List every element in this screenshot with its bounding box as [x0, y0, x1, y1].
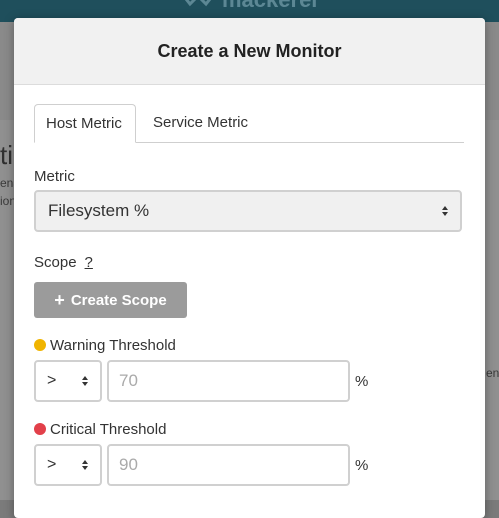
critical-threshold-label-row: Critical Threshold	[34, 421, 166, 438]
warning-dot-icon	[34, 339, 46, 352]
metric-select-value: Filesystem %	[48, 201, 150, 220]
tab-host-metric[interactable]: Host Metric	[34, 104, 136, 143]
app-logo: mackerel	[180, 0, 317, 12]
scope-label-row: Scope?	[34, 254, 93, 271]
background-heading-fragment: ti	[0, 140, 13, 170]
plus-icon: +	[54, 289, 65, 310]
tab-service-metric[interactable]: Service Metric	[142, 104, 259, 142]
create-monitor-dialog: Create a New Monitor Host Metric Service…	[14, 18, 485, 518]
warning-operator-select[interactable]: >	[34, 360, 102, 402]
scope-help-link[interactable]: ?	[85, 254, 93, 271]
select-arrows-icon	[82, 376, 88, 386]
select-arrows-icon	[442, 206, 448, 216]
logo-mark-icon	[184, 0, 212, 7]
critical-operator-select[interactable]: >	[34, 444, 102, 486]
monitor-type-tabs: Host Metric Service Metric	[34, 104, 464, 143]
warning-threshold-label: Warning Threshold	[50, 337, 176, 354]
metric-label: Metric	[34, 168, 75, 185]
dialog-header: Create a New Monitor	[14, 18, 485, 85]
create-scope-button[interactable]: + Create Scope	[34, 282, 187, 318]
metric-select[interactable]: Filesystem %	[34, 190, 462, 232]
dialog-title: Create a New Monitor	[157, 40, 342, 61]
critical-unit: %	[355, 457, 369, 474]
warning-unit: %	[355, 373, 369, 390]
critical-dot-icon	[34, 423, 46, 436]
background-text-fragment: en	[486, 366, 499, 380]
critical-operator-value: >	[47, 456, 57, 473]
warning-threshold-input[interactable]	[107, 360, 350, 402]
warning-operator-value: >	[47, 372, 57, 389]
critical-threshold-input[interactable]	[107, 444, 350, 486]
create-scope-label: Create Scope	[70, 291, 167, 309]
select-arrows-icon	[82, 460, 88, 470]
scope-label: Scope	[34, 254, 77, 271]
logo-text: mackerel	[222, 0, 317, 13]
warning-threshold-label-row: Warning Threshold	[34, 337, 176, 354]
critical-threshold-label: Critical Threshold	[50, 421, 167, 438]
